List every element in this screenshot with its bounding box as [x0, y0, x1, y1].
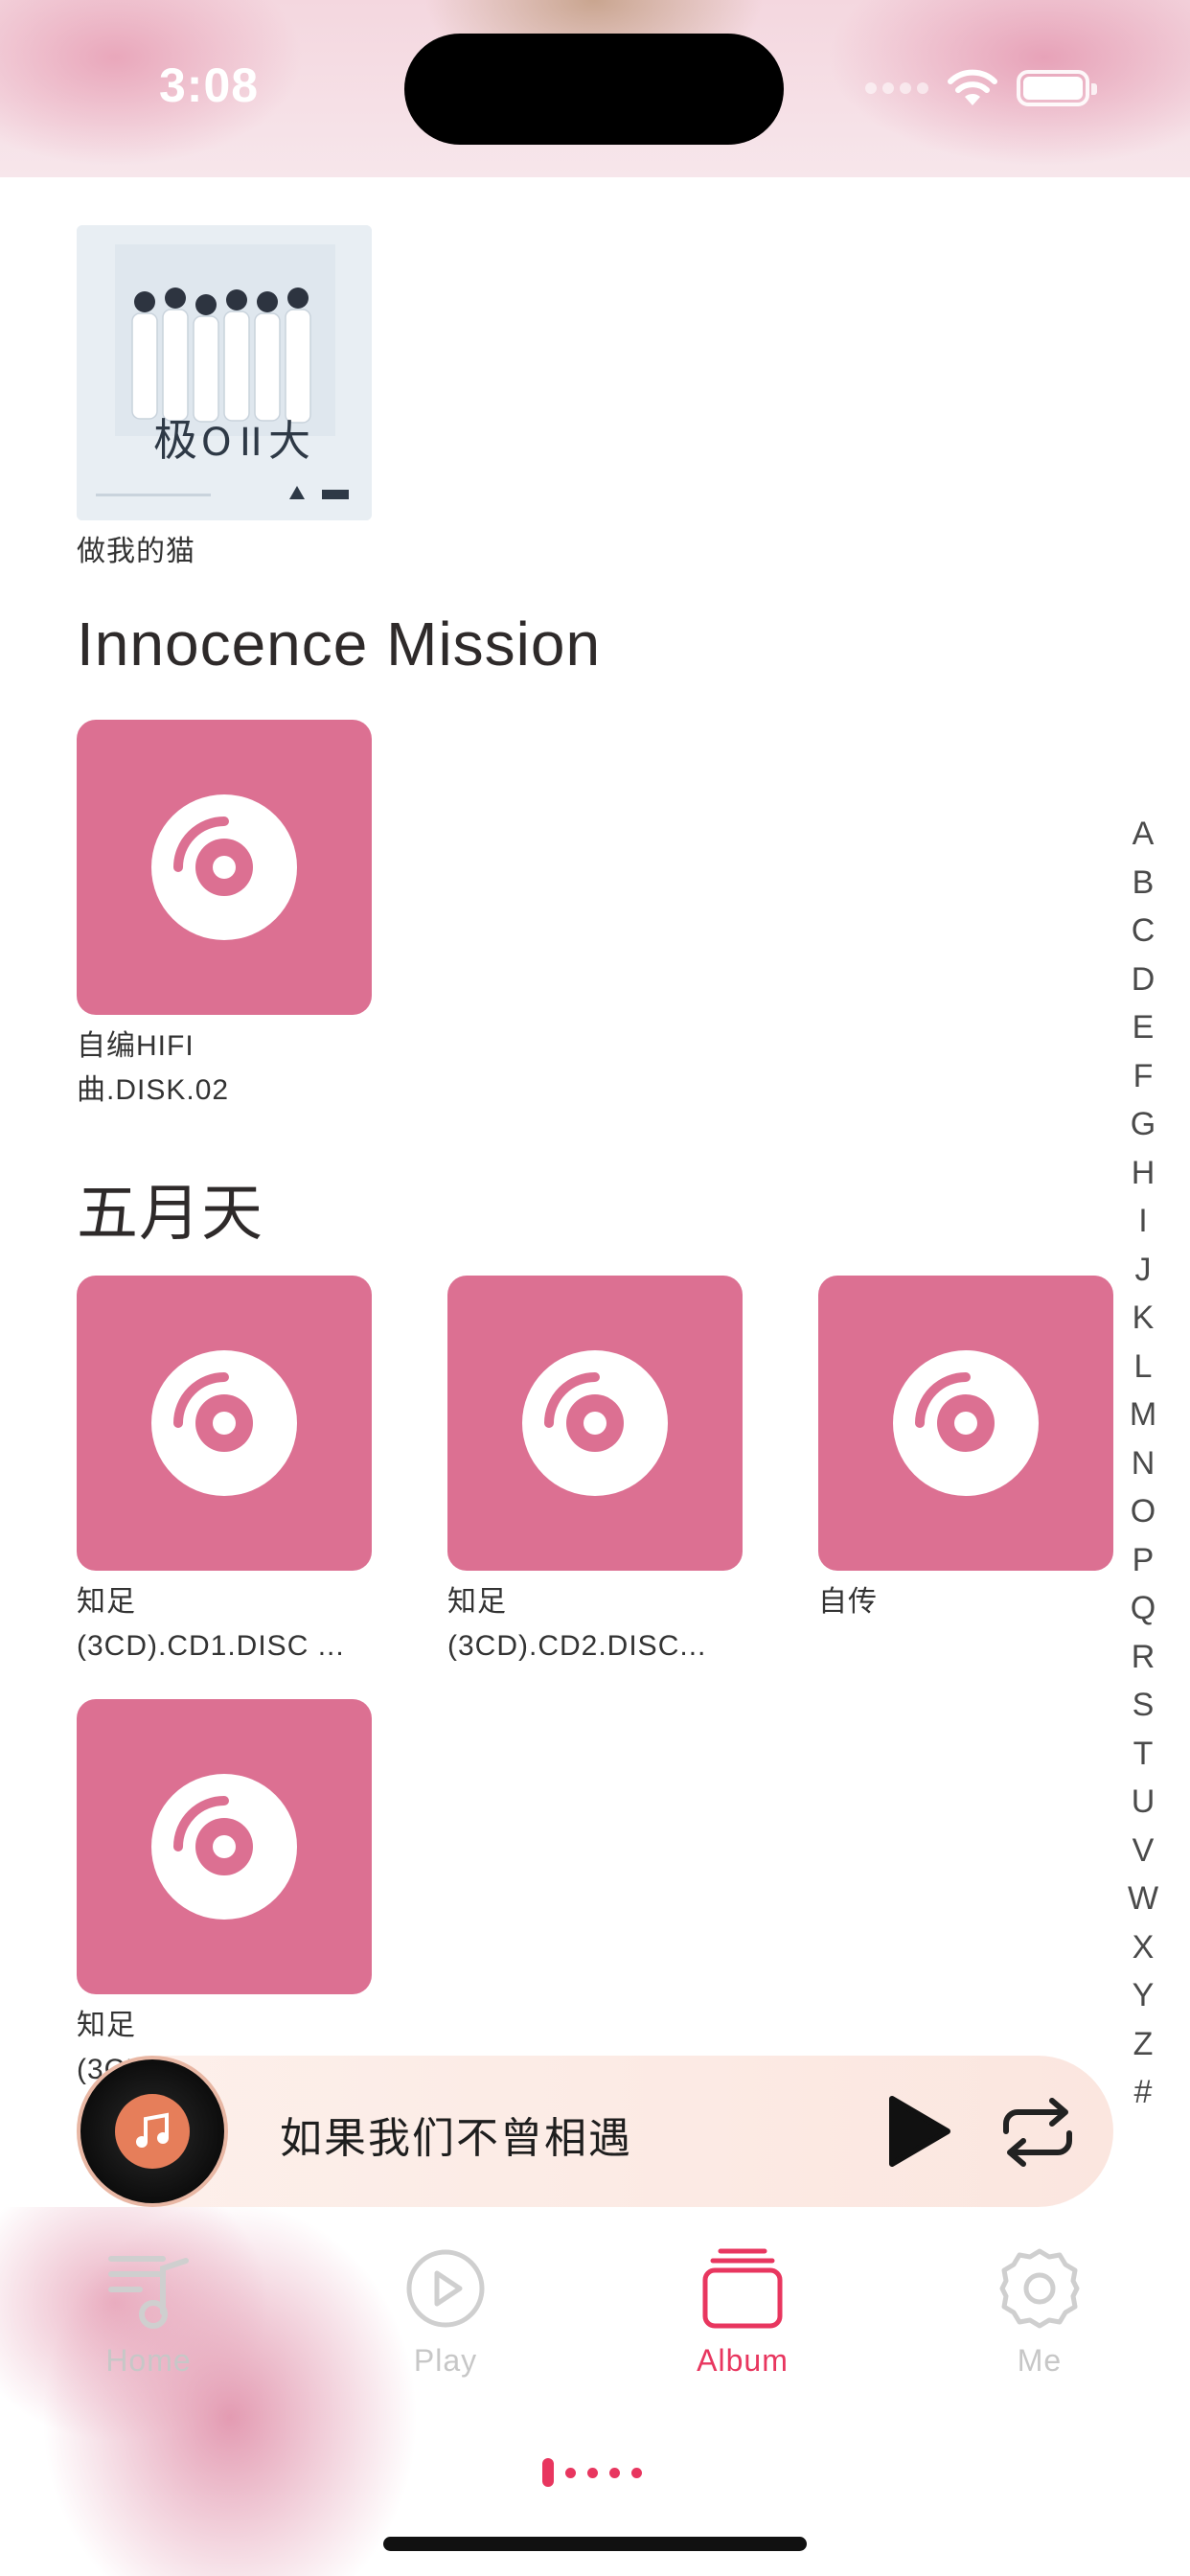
now-playing-title[interactable]: 如果我们不曾相遇: [280, 2104, 632, 2165]
album-cover[interactable]: [447, 1276, 743, 1571]
album-card[interactable]: 自编HIFI 曲.DISK.02: [77, 720, 372, 1113]
index-letter[interactable]: O: [1131, 1487, 1156, 1536]
tab-label: Album: [697, 2343, 789, 2378]
home-indicator[interactable]: [383, 2537, 807, 2551]
album-title: 知足 (3CD).CD2.DISC...: [447, 1586, 707, 1662]
dynamic-island: [404, 34, 784, 145]
play-button[interactable]: [877, 2091, 957, 2172]
status-bar: 3:08: [0, 0, 1190, 177]
artist-section-header: Innocence Mission: [77, 610, 602, 678]
status-icons: [865, 67, 1097, 109]
tab-label: Home: [105, 2343, 192, 2378]
index-letter[interactable]: Q: [1131, 1584, 1156, 1633]
album-list[interactable]: 极 O II 大 做我的猫 Innocence Mission 自编HIFI 曲…: [0, 177, 1190, 2132]
mini-player[interactable]: 如果我们不曾相遇: [77, 2056, 1113, 2207]
index-letter[interactable]: B: [1133, 859, 1155, 908]
status-time: 3:08: [159, 58, 260, 112]
album-card[interactable]: 极 O II 大 做我的猫: [77, 225, 372, 574]
index-letter[interactable]: I: [1138, 1197, 1147, 1246]
disc-icon: [893, 1350, 1039, 1496]
album-stack-icon: [702, 2248, 783, 2329]
index-letter[interactable]: N: [1132, 1439, 1156, 1488]
index-letter[interactable]: L: [1134, 1343, 1153, 1392]
album-cover[interactable]: [77, 720, 372, 1015]
index-letter[interactable]: V: [1133, 1827, 1155, 1875]
index-letter[interactable]: G: [1131, 1100, 1156, 1149]
index-letter[interactable]: X: [1133, 1923, 1155, 1972]
play-icon: [889, 2096, 950, 2167]
play-circle-icon: [406, 2249, 485, 2328]
album-title: 自传: [818, 1586, 878, 1618]
alphabet-index[interactable]: A B C D E F G H I J K L M N O P Q R S T …: [1119, 810, 1167, 2117]
tab-album[interactable]: Album: [647, 2245, 838, 2379]
playlist-icon: [108, 2256, 189, 2329]
album-art-image: 极 O II 大: [77, 225, 372, 520]
gear-icon: [999, 2248, 1080, 2329]
album-card[interactable]: 知足 (3CD).CD1.DISC ...: [77, 1276, 372, 1668]
index-letter[interactable]: H: [1132, 1149, 1156, 1198]
svg-text:大: 大: [268, 417, 310, 466]
album-title: 做我的猫: [77, 536, 195, 567]
music-note-icon: [115, 2094, 190, 2169]
disc-icon: [522, 1350, 668, 1496]
index-letter[interactable]: A: [1133, 810, 1155, 859]
index-letter[interactable]: K: [1133, 1294, 1155, 1343]
album-cover[interactable]: [818, 1276, 1113, 1571]
cellular-signal-icon: [865, 82, 928, 94]
tab-bar: Home Play Album Me: [0, 2207, 1190, 2576]
svg-text:极: 极: [153, 414, 197, 466]
tab-play[interactable]: Play: [350, 2245, 541, 2379]
artist-section-header: 五月天: [77, 1179, 263, 1248]
repeat-icon: [1003, 2098, 1072, 2167]
index-letter[interactable]: #: [1134, 2068, 1153, 2117]
index-letter[interactable]: D: [1132, 955, 1156, 1004]
battery-icon: [1017, 70, 1097, 106]
index-letter[interactable]: U: [1132, 1778, 1156, 1827]
tab-label: Play: [413, 2343, 478, 2378]
disc-icon: [151, 794, 297, 940]
tab-me[interactable]: Me: [944, 2245, 1135, 2379]
index-letter[interactable]: W: [1128, 1874, 1158, 1923]
album-cover-photo[interactable]: 极 O II 大: [77, 225, 372, 520]
album-card[interactable]: 自传: [818, 1276, 1113, 1624]
index-letter[interactable]: F: [1133, 1052, 1154, 1101]
repeat-button[interactable]: [996, 2091, 1079, 2174]
album-cover[interactable]: [77, 1699, 372, 1994]
vinyl-disc-icon[interactable]: [77, 2056, 228, 2207]
album-card[interactable]: 知足 (3CD).CD3.DISC...: [77, 1699, 372, 2092]
disc-icon: [151, 1350, 297, 1496]
album-title: 知足 (3CD).CD1.DISC ...: [77, 1586, 345, 1662]
index-letter[interactable]: Y: [1133, 1971, 1155, 2020]
index-letter[interactable]: S: [1133, 1681, 1155, 1730]
svg-text:II: II: [240, 421, 263, 465]
album-title: 自编HIFI 曲.DISK.02: [77, 1030, 230, 1106]
tab-home[interactable]: Home: [53, 2245, 244, 2379]
index-letter[interactable]: C: [1132, 907, 1156, 955]
svg-text:O: O: [201, 421, 231, 465]
tab-label: Me: [1017, 2343, 1063, 2378]
index-letter[interactable]: M: [1130, 1391, 1156, 1439]
album-cover[interactable]: [77, 1276, 372, 1571]
wifi-icon: [948, 69, 997, 105]
index-letter[interactable]: P: [1133, 1536, 1155, 1585]
page-indicator: [542, 2458, 642, 2487]
index-letter[interactable]: E: [1133, 1003, 1155, 1052]
index-letter[interactable]: Z: [1133, 2020, 1154, 2069]
index-letter[interactable]: J: [1135, 1246, 1152, 1295]
index-letter[interactable]: T: [1133, 1730, 1154, 1779]
index-letter[interactable]: R: [1132, 1633, 1156, 1682]
album-card[interactable]: 知足 (3CD).CD2.DISC...: [447, 1276, 743, 1668]
disc-icon: [151, 1774, 297, 1920]
